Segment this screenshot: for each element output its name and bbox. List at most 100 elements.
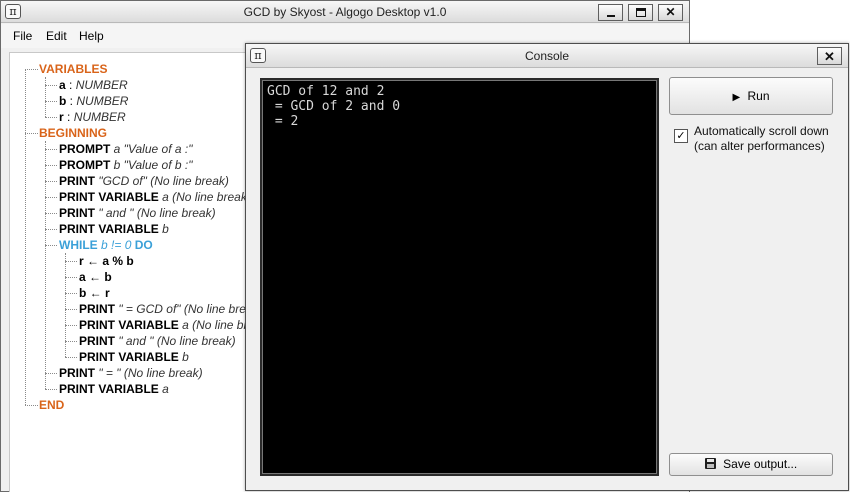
- statement-keyword: a ← b: [79, 270, 112, 284]
- autoscroll-label-line1: Automatically scroll down: [694, 124, 829, 138]
- console-output[interactable]: GCD of 12 and 2 = GCD of 2 and 0 = 2: [260, 78, 659, 476]
- menu-help[interactable]: Help: [79, 29, 104, 43]
- tree-connector: [65, 341, 77, 342]
- tree-node-statement[interactable]: PRINT " and " (No line break): [79, 333, 236, 349]
- tree-node-statement[interactable]: a ← b: [79, 269, 112, 285]
- close-icon: ✕: [665, 5, 676, 19]
- tree-node-beginning[interactable]: BEGINNING: [39, 125, 107, 141]
- statement-argument: b: [178, 350, 189, 364]
- statement-keyword: PRINT VARIABLE: [59, 222, 159, 236]
- variable-type: NUMBER: [73, 110, 126, 124]
- tree-connector: [45, 85, 57, 86]
- statement-keyword: PRINT VARIABLE: [79, 350, 179, 364]
- tree-node-variable[interactable]: a : NUMBER: [59, 77, 128, 93]
- tree-node-statement[interactable]: PRINT " and " (No line break): [59, 205, 216, 221]
- do-keyword: DO: [134, 238, 153, 252]
- tree-connector: [45, 181, 57, 182]
- statement-argument: b "Value of b :": [110, 158, 193, 172]
- tree-connector: [45, 117, 57, 118]
- tree-connector: [45, 245, 57, 246]
- tree-connector: [45, 197, 57, 198]
- tree-node-statement[interactable]: PRINT VARIABLE a (No line break): [59, 189, 251, 205]
- console-title-bar[interactable]: π Console ✕: [246, 44, 848, 68]
- tree-node-statement[interactable]: PROMPT b "Value of b :": [59, 157, 192, 173]
- statement-argument: " and " (No line break): [95, 206, 216, 220]
- statement-keyword: PROMPT: [59, 158, 111, 172]
- tree-node-while[interactable]: WHILE b != 0 DO: [59, 237, 153, 253]
- statement-argument: " and " (No line break): [115, 334, 236, 348]
- tree-connector: [65, 357, 77, 358]
- autoscroll-checkbox[interactable]: ✓: [674, 129, 688, 143]
- statement-keyword: PRINT: [59, 206, 95, 220]
- close-button[interactable]: ✕: [658, 4, 683, 21]
- tree-node-variable[interactable]: r : NUMBER: [59, 109, 126, 125]
- tree-connector: [65, 261, 77, 262]
- minimize-button[interactable]: [598, 4, 623, 21]
- statement-keyword: PRINT VARIABLE: [59, 382, 159, 396]
- tree-connector: [25, 69, 38, 70]
- statement-argument: b: [158, 222, 169, 236]
- tree-connector: [45, 101, 57, 102]
- window-title: GCD by Skyost - Algogo Desktop v1.0: [243, 5, 447, 19]
- main-title-bar[interactable]: π GCD by Skyost - Algogo Desktop v1.0 ✕: [1, 1, 689, 23]
- maximize-icon: [636, 8, 646, 17]
- tree-connector: [65, 309, 77, 310]
- statement-keyword: r ← a % b: [79, 254, 134, 268]
- statement-argument: a (No line break): [158, 190, 251, 204]
- save-output-label: Save output...: [723, 457, 798, 471]
- tree-connector: [45, 229, 57, 230]
- variable-separator: :: [65, 78, 76, 92]
- tree-node-statement[interactable]: PRINT "GCD of" (No line break): [59, 173, 229, 189]
- statement-keyword: b ← r: [79, 286, 110, 300]
- while-condition: b != 0: [97, 238, 135, 252]
- statement-keyword: PRINT: [79, 334, 115, 348]
- tree-node-variable[interactable]: b : NUMBER: [59, 93, 128, 109]
- console-window: π Console ✕ GCD of 12 and 2 = GCD of 2 a…: [245, 43, 849, 491]
- tree-connector: [45, 165, 57, 166]
- statement-keyword: PRINT: [79, 302, 115, 316]
- tree-node-statement[interactable]: PRINT VARIABLE a: [59, 381, 169, 397]
- tree-connector: [45, 141, 46, 389]
- tree-node-statement[interactable]: PRINT VARIABLE b: [79, 349, 189, 365]
- checkmark-icon: ✓: [676, 130, 686, 142]
- tree-node-variables[interactable]: VARIABLES: [39, 61, 107, 77]
- console-title: Console: [524, 49, 570, 63]
- variable-type: NUMBER: [75, 78, 128, 92]
- statement-keyword: PRINT: [59, 366, 95, 380]
- while-keyword: WHILE: [59, 238, 98, 252]
- console-close-button[interactable]: ✕: [817, 47, 842, 65]
- statement-argument: " = " (No line break): [95, 366, 203, 380]
- tree-node-statement[interactable]: PROMPT a "Value of a :": [59, 141, 192, 157]
- run-button[interactable]: ▶ Run: [669, 77, 833, 115]
- close-icon: ✕: [824, 49, 835, 64]
- console-line: = 2: [267, 114, 299, 129]
- floppy-disk-icon: [704, 458, 716, 469]
- save-output-button[interactable]: Save output...: [669, 453, 833, 476]
- statement-keyword: PROMPT: [59, 142, 111, 156]
- tree-connector: [65, 293, 77, 294]
- console-line: GCD of 12 and 2: [267, 84, 385, 99]
- tree-node-statement[interactable]: b ← r: [79, 285, 110, 301]
- variables-label: VARIABLES: [39, 62, 108, 76]
- run-button-label: Run: [747, 89, 770, 103]
- tree-node-end[interactable]: END: [39, 397, 64, 413]
- variable-type: NUMBER: [76, 94, 129, 108]
- variable-separator: :: [66, 94, 77, 108]
- console-line: = GCD of 2 and 0: [267, 99, 401, 114]
- tree-node-statement[interactable]: r ← a % b: [79, 253, 134, 269]
- menu-file[interactable]: File: [13, 29, 32, 43]
- menu-edit[interactable]: Edit: [46, 29, 67, 43]
- tree-node-statement[interactable]: PRINT " = GCD of" (No line break): [79, 301, 263, 317]
- statement-argument: a: [158, 382, 169, 396]
- tree-connector: [45, 77, 46, 117]
- tree-connector: [45, 373, 57, 374]
- statement-argument: " = GCD of" (No line break): [115, 302, 263, 316]
- tree-node-statement[interactable]: PRINT VARIABLE a (No line break): [79, 317, 271, 333]
- end-label: END: [39, 398, 65, 412]
- tree-connector: [25, 405, 38, 406]
- maximize-button[interactable]: [628, 4, 653, 21]
- beginning-label: BEGINNING: [39, 126, 108, 140]
- tree-node-statement[interactable]: PRINT VARIABLE b: [59, 221, 169, 237]
- tree-node-statement[interactable]: PRINT " = " (No line break): [59, 365, 203, 381]
- play-icon: ▶: [732, 92, 741, 103]
